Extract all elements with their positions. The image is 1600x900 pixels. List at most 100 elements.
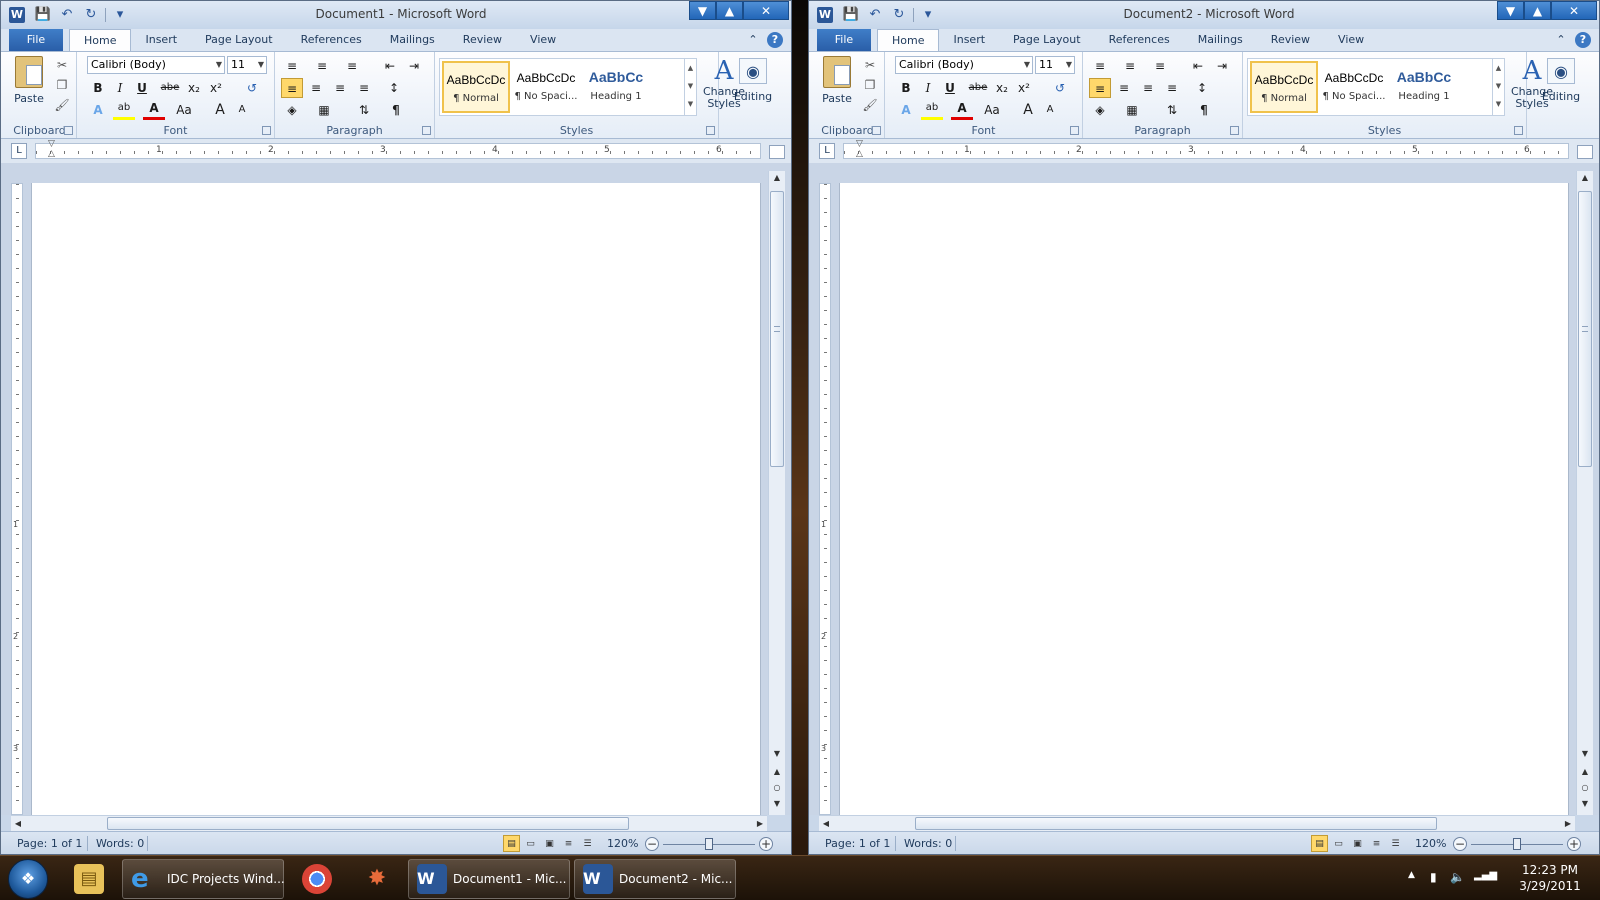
bullets-icon[interactable]: ≡	[281, 56, 303, 76]
format-painter-icon[interactable]: 🖌	[53, 96, 71, 114]
page-count[interactable]: Page: 1 of 1	[825, 837, 890, 850]
tab-home[interactable]: Home	[69, 29, 132, 51]
decrease-indent-icon[interactable]: ⇤	[1187, 56, 1209, 76]
view-ruler-icon[interactable]	[1577, 145, 1593, 159]
save-icon[interactable]: 💾	[33, 6, 53, 24]
tab-insert[interactable]: Insert	[131, 29, 191, 51]
horizontal-ruler[interactable]: 1 2 3 4 5 6	[843, 139, 1569, 159]
format-painter-icon[interactable]: 🖌	[861, 96, 879, 114]
tab-page-layout[interactable]: Page Layout	[999, 29, 1095, 51]
bold-button[interactable]: B	[87, 78, 109, 98]
zoom-in-icon[interactable]: +	[1567, 837, 1581, 851]
clear-formatting-icon[interactable]: ↺	[241, 78, 263, 98]
horizontal-scrollbar[interactable]: ◀ ▶	[11, 815, 767, 831]
minimize-button[interactable]: ▼	[689, 1, 716, 20]
styles-launcher-icon[interactable]	[1514, 126, 1523, 135]
italic-button[interactable]: I	[109, 78, 131, 98]
tab-references[interactable]: References	[287, 29, 376, 51]
word-icon[interactable]: W	[817, 7, 833, 23]
redo-icon[interactable]: ↻	[889, 6, 909, 24]
sort-icon[interactable]: ⇅	[353, 100, 375, 120]
gallery-scroll[interactable]: ▲ ▼ ▼	[1492, 59, 1504, 115]
show-hidden-icon[interactable]: ▲	[1408, 870, 1415, 880]
bold-button[interactable]: B	[895, 78, 917, 98]
superscript-button[interactable]: x²	[205, 78, 227, 98]
font-size-combo[interactable]: 11 ▼	[227, 56, 267, 74]
scroll-right-icon[interactable]: ▶	[753, 816, 767, 831]
strikethrough-button[interactable]: abe	[967, 78, 989, 98]
tab-selector[interactable]: L	[11, 143, 27, 159]
horizontal-scroll-thumb[interactable]	[915, 817, 1437, 830]
tab-mailings[interactable]: Mailings	[1184, 29, 1257, 51]
align-right-icon[interactable]: ≡	[329, 78, 351, 98]
align-left-icon[interactable]: ≡	[281, 78, 303, 98]
superscript-button[interactable]: x²	[1013, 78, 1035, 98]
zoom-in-icon[interactable]: +	[759, 837, 773, 851]
minimize-button[interactable]: ▼	[1497, 1, 1524, 20]
gallery-scroll[interactable]: ▲ ▼ ▼	[684, 59, 696, 115]
vertical-ruler[interactable]: 1 2 3	[11, 183, 23, 815]
shrink-font-button[interactable]: A	[231, 100, 253, 120]
print-layout-icon[interactable]: ▤	[1311, 835, 1328, 852]
scroll-down-icon[interactable]: ▼	[769, 747, 785, 761]
strikethrough-button[interactable]: abe	[159, 78, 181, 98]
close-button[interactable]: ✕	[743, 1, 789, 20]
style-no-spacing[interactable]: AaBbCcDc ¶ No Spaci...	[1320, 61, 1388, 113]
numbering-icon[interactable]: ≡	[1119, 56, 1141, 76]
underline-button[interactable]: U	[939, 78, 961, 98]
taskbar-item-ie[interactable]: e IDC Projects Wind...	[122, 859, 285, 899]
full-screen-reading-icon[interactable]: ▭	[522, 835, 539, 852]
paste-button[interactable]: Paste	[9, 56, 49, 118]
copy-icon[interactable]: ❐	[53, 76, 71, 94]
font-family-combo[interactable]: Calibri (Body) ▼	[895, 56, 1033, 74]
underline-button[interactable]: U	[131, 78, 153, 98]
clear-formatting-icon[interactable]: ↺	[1049, 78, 1071, 98]
tab-home[interactable]: Home	[877, 29, 940, 51]
multilevel-list-icon[interactable]: ≡	[341, 56, 363, 76]
word-count[interactable]: Words: 0	[96, 837, 144, 850]
zoom-level[interactable]: 120%	[607, 837, 638, 850]
web-layout-icon[interactable]: ▣	[541, 835, 558, 852]
style-normal[interactable]: AaBbCcDc ¶ Normal	[1250, 61, 1318, 113]
vertical-scroll-thumb[interactable]	[770, 191, 784, 467]
cut-icon[interactable]: ✂	[53, 56, 71, 74]
zoom-slider-thumb[interactable]	[1513, 838, 1521, 850]
minimize-ribbon-icon[interactable]: ⌃	[1553, 32, 1569, 48]
font-launcher-icon[interactable]	[1070, 126, 1079, 135]
vertical-scroll-thumb[interactable]	[1578, 191, 1592, 467]
align-center-icon[interactable]: ≡	[305, 78, 327, 98]
paragraph-launcher-icon[interactable]	[1230, 126, 1239, 135]
tab-references[interactable]: References	[1095, 29, 1184, 51]
outline-icon[interactable]: ≡	[560, 835, 577, 852]
increase-indent-icon[interactable]: ⇥	[1211, 56, 1233, 76]
explorer-folder-icon[interactable]: ▤	[60, 859, 118, 899]
borders-icon[interactable]: ▦	[313, 100, 335, 120]
full-screen-reading-icon[interactable]: ▭	[1330, 835, 1347, 852]
start-button[interactable]: ❖	[8, 859, 48, 899]
battery-icon[interactable]: ▮	[1430, 870, 1437, 884]
paste-button[interactable]: Paste	[817, 56, 857, 118]
show-marks-icon[interactable]: ¶	[385, 100, 407, 120]
tab-mailings[interactable]: Mailings	[376, 29, 449, 51]
cut-icon[interactable]: ✂	[861, 56, 879, 74]
clipboard-launcher-icon[interactable]	[64, 126, 73, 135]
word-icon[interactable]: W	[9, 7, 25, 23]
zoom-out-icon[interactable]: −	[1453, 837, 1467, 851]
print-layout-icon[interactable]: ▤	[503, 835, 520, 852]
document-page[interactable]	[839, 183, 1569, 815]
italic-button[interactable]: I	[917, 78, 939, 98]
paragraph-launcher-icon[interactable]	[422, 126, 431, 135]
web-layout-icon[interactable]: ▣	[1349, 835, 1366, 852]
undo-icon[interactable]: ↶	[57, 6, 77, 24]
clipboard-launcher-icon[interactable]	[872, 126, 881, 135]
maximize-button[interactable]: ▲	[716, 1, 743, 20]
document-page[interactable]	[31, 183, 761, 815]
close-button[interactable]: ✕	[1551, 1, 1597, 20]
style-heading-1[interactable]: AaBbCc Heading 1	[1390, 61, 1458, 113]
taskbar-item-document2[interactable]: W Document2 - Mic...	[574, 859, 736, 899]
multilevel-list-icon[interactable]: ≡	[1149, 56, 1171, 76]
app-icon[interactable]: ✸	[348, 859, 406, 899]
page-count[interactable]: Page: 1 of 1	[17, 837, 82, 850]
tab-view[interactable]: View	[1324, 29, 1378, 51]
line-spacing-icon[interactable]: ↕	[383, 78, 405, 98]
